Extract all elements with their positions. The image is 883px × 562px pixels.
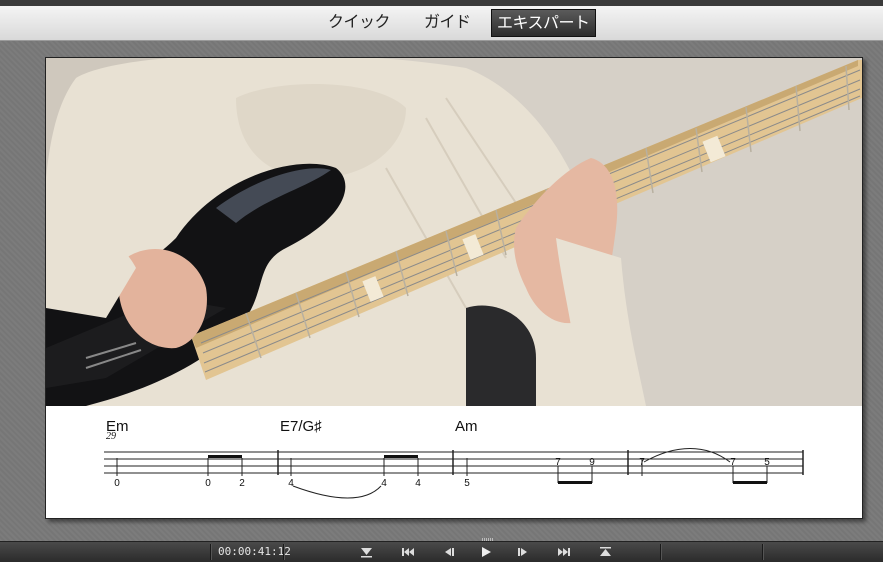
tie-arc <box>643 448 731 463</box>
play-icon[interactable] <box>477 544 495 560</box>
tab-guide[interactable]: ガイド <box>419 9 476 35</box>
player-control-bar: 00:00:41:12 <box>0 541 883 562</box>
step-back-icon[interactable] <box>440 544 458 560</box>
tab-expert[interactable]: エキスパート <box>491 9 596 37</box>
go-to-start-icon[interactable] <box>358 544 376 560</box>
fret-number: 7 <box>639 457 645 468</box>
tie-arc <box>292 485 382 499</box>
divider <box>210 544 212 560</box>
divider <box>660 544 662 560</box>
mode-tab-bar: クイック ガイド エキスパート <box>0 6 883 41</box>
lesson-frame: Em 29 E7/G♯ Am 0 0 2 4 4 4 5 7 9 7 7 5 <box>45 57 863 519</box>
fret-number: 9 <box>589 457 595 468</box>
fret-number: 5 <box>464 478 470 489</box>
fret-number: 0 <box>205 478 211 489</box>
fret-number: 4 <box>381 478 387 489</box>
previous-section-icon[interactable] <box>399 544 417 560</box>
beam <box>208 455 242 458</box>
tab-score: Em 29 E7/G♯ Am 0 0 2 4 4 4 5 7 9 7 7 5 <box>46 406 862 518</box>
fret-number: 5 <box>764 457 770 468</box>
fret-number: 7 <box>555 457 561 468</box>
go-to-end-icon[interactable] <box>597 544 615 560</box>
fret-number: 7 <box>730 457 736 468</box>
timecode-display: 00:00:41:12 <box>218 545 291 558</box>
video-view[interactable] <box>46 58 862 406</box>
step-forward-icon[interactable] <box>514 544 532 560</box>
beam <box>558 481 592 484</box>
divider <box>283 544 285 560</box>
divider <box>762 544 764 560</box>
tab-quick[interactable]: クイック <box>323 9 395 35</box>
next-section-icon[interactable] <box>555 544 573 560</box>
beam <box>384 455 418 458</box>
tab-staff: 0 0 2 4 4 4 5 7 9 7 7 5 <box>104 448 804 499</box>
fret-number: 4 <box>415 478 421 489</box>
bass-player-video-image <box>46 58 862 406</box>
fret-number: 4 <box>288 478 294 489</box>
fret-number: 2 <box>239 478 245 489</box>
fret-number: 0 <box>114 478 120 489</box>
beam <box>733 481 767 484</box>
